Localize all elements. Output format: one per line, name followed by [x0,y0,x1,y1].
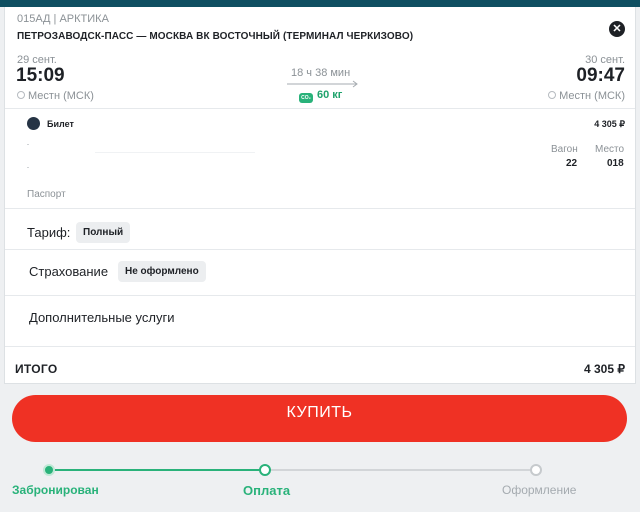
wagon-number: 22 [566,158,578,169]
step-label-booked: Забронирован [12,483,99,497]
extra-services-link[interactable]: Дополнительные услуги [29,310,174,325]
stepper-pending-line [265,469,536,471]
stepper-progress-line [49,469,265,471]
insurance-badge[interactable]: Не оформлено [118,261,206,282]
divider [5,208,635,209]
ticket-price: 4 305 ₽ [594,119,625,129]
seat-label: Место [595,144,625,155]
divider [5,249,635,250]
train-number: 015АД | АРКТИКА [17,13,109,25]
redacted-text [27,144,29,145]
divider [5,295,635,296]
top-bar [0,0,640,7]
trip-duration: 18 ч 38 мин [291,67,351,79]
redacted-text [95,152,255,153]
arrow-right-icon [287,80,358,88]
departure-zone-label: Местн (МСК) [28,90,94,102]
step-label-issuing: Оформление [502,483,577,497]
total-label: ИТОГО [15,362,58,376]
clock-icon [548,91,557,99]
order-card: 015АД | АРКТИКА ПЕТРОЗАВОДСК-ПАСС — МОСК… [4,7,636,384]
ticket-label: Билет [47,119,74,129]
close-icon[interactable]: ✕ [609,21,625,37]
step-dot-pending [530,464,542,476]
insurance-label: Страхование [29,264,109,279]
total-amount: 4 305 ₽ [584,362,625,376]
step-dot-current [259,464,271,476]
divider [5,108,635,109]
route-title: ПЕТРОЗАВОДСК-ПАСС — МОСКВА ВК ВОСТОЧНЫЙ … [17,31,414,42]
seat-number: 018 [607,158,624,169]
co2-value: 60 кг [317,89,343,101]
co2-emission: CO₂ 60 кг [299,89,342,103]
passenger-avatar [27,117,40,130]
clock-icon [17,91,25,99]
redacted-text [27,167,29,168]
arrival-time: 09:47 [576,65,625,86]
arrival-timezone: Местн (МСК) [548,90,625,102]
step-dot-done [43,464,55,476]
departure-timezone: Местн (МСК) [17,90,94,102]
buy-button[interactable]: КУПИТЬ [12,395,627,442]
departure-time: 15:09 [16,65,65,86]
step-label-payment: Оплата [243,483,291,498]
leaf-icon: CO₂ [299,93,313,103]
tariff-label: Тариф: [27,225,71,240]
tariff-badge[interactable]: Полный [76,222,131,243]
wagon-label: Вагон [551,144,578,155]
passport-label: Паспорт [27,189,66,200]
arrival-zone-label: Местн (МСК) [559,90,625,102]
divider [5,346,635,347]
